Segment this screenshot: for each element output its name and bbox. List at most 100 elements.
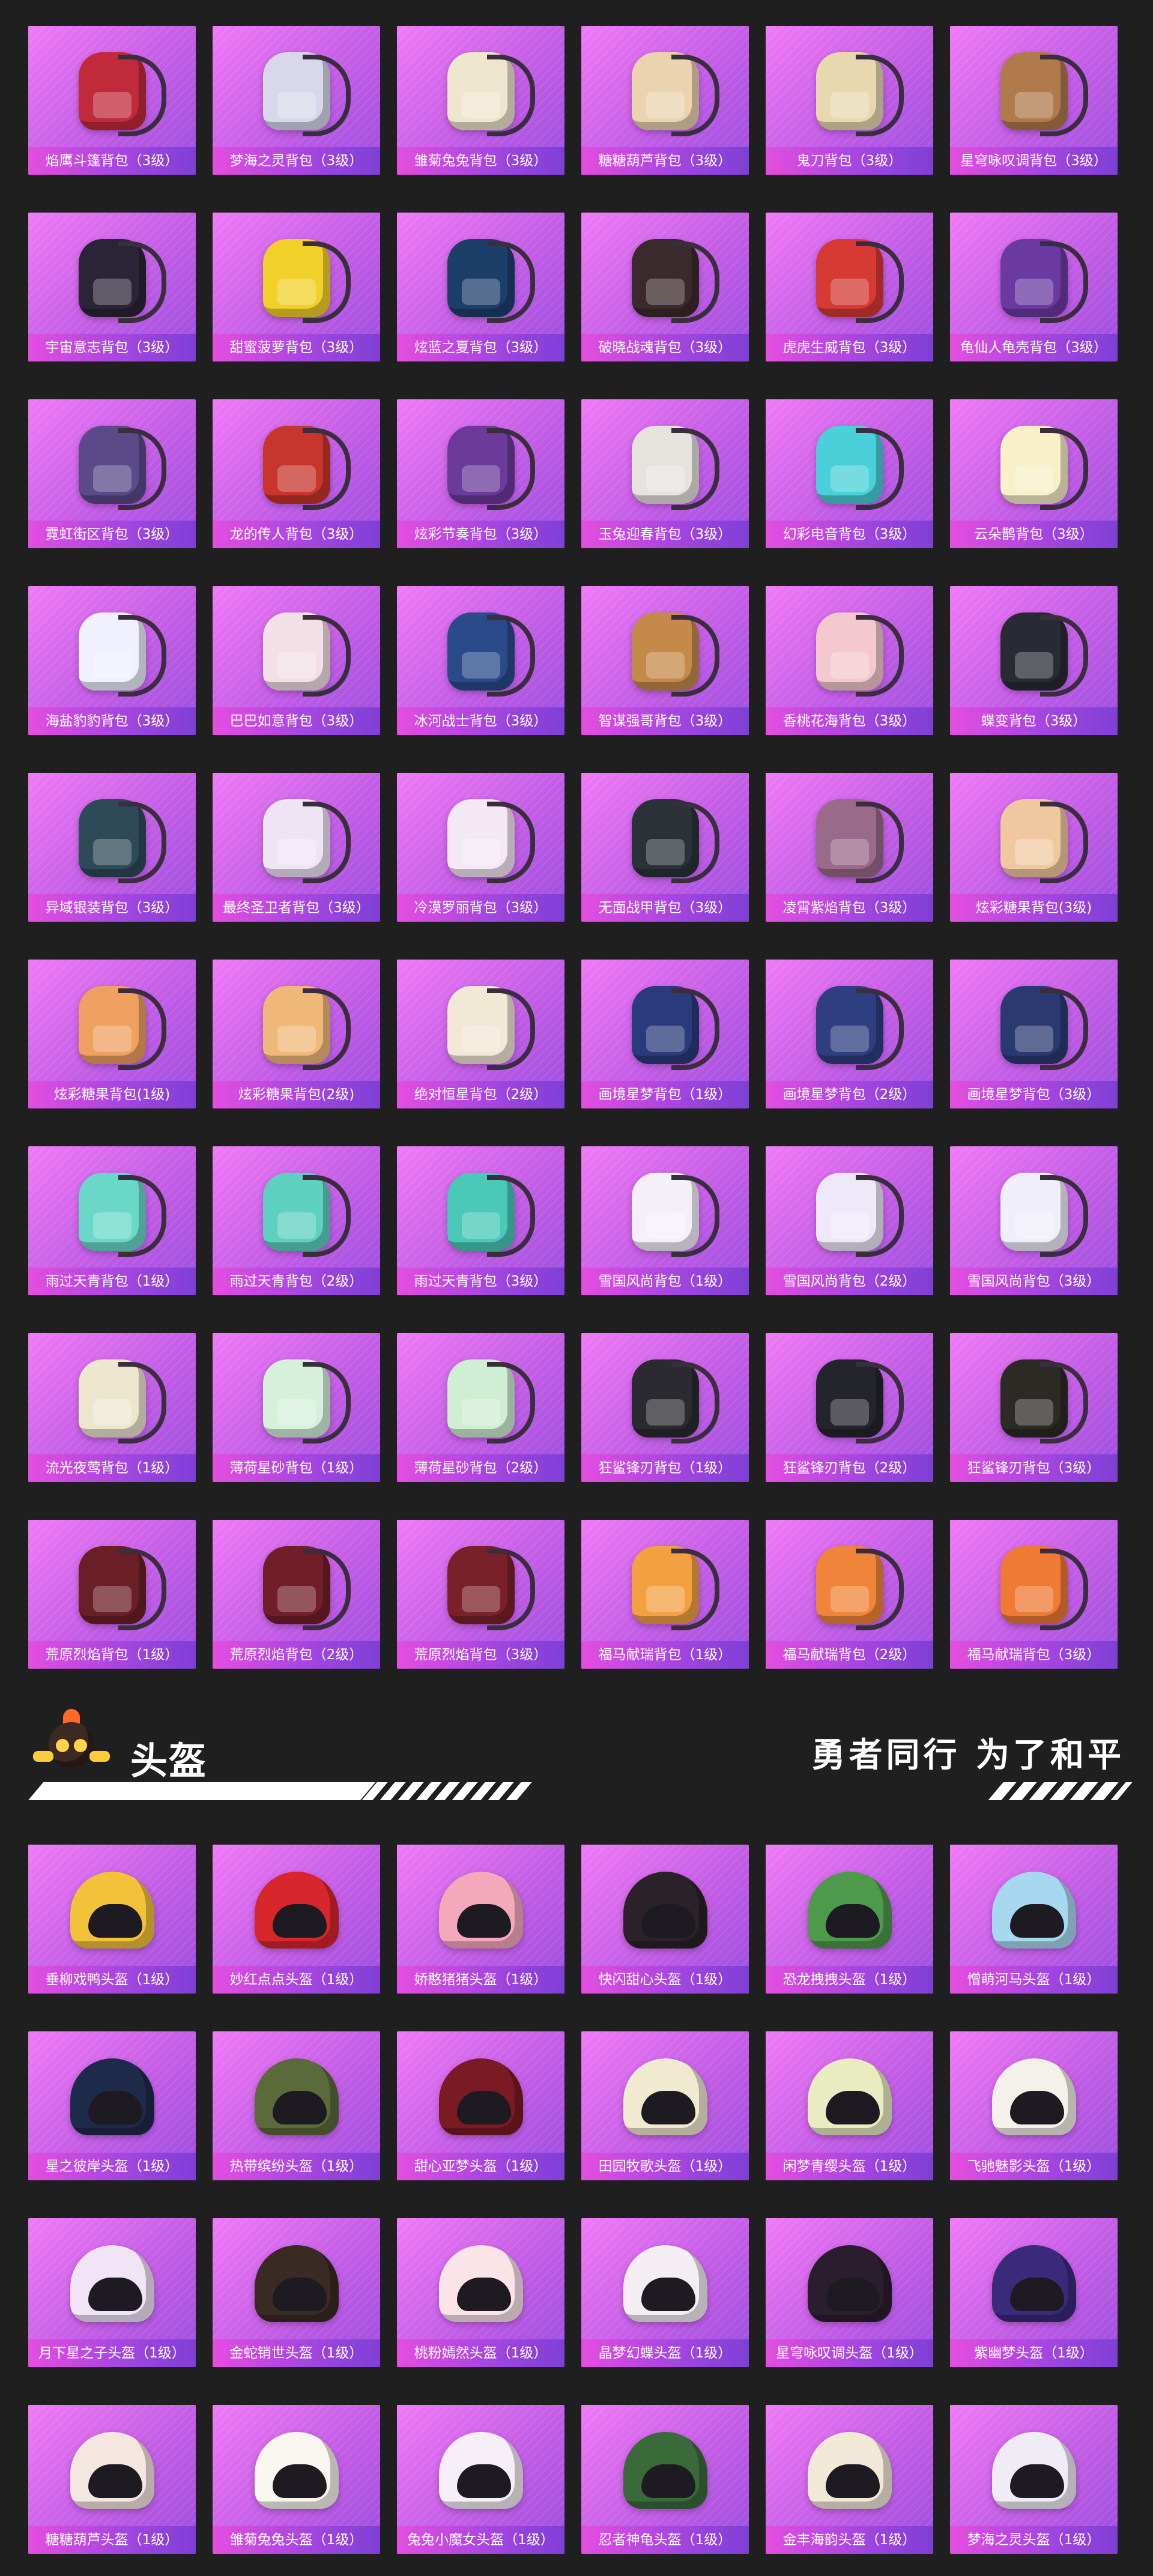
helmet-card[interactable]: 热带缤纷头盔（1级） (213, 2031, 380, 2180)
backpack-card[interactable]: 雪国风尚背包（1级） (581, 1146, 749, 1295)
helmet-card[interactable]: 桃粉嫣然头盔（1级） (397, 2218, 564, 2367)
backpack-image (802, 788, 904, 887)
helmet-card[interactable]: 兔兔小魔女头盔（1级） (397, 2405, 564, 2554)
backpack-card[interactable]: 霓虹街区背包（3级） (28, 399, 196, 548)
backpack-name: 冰河战士背包（3级） (397, 707, 564, 735)
backpack-card[interactable]: 雨过天青背包（2级） (213, 1146, 380, 1295)
backpack-card[interactable]: 甜蜜菠萝背包（3级） (213, 213, 380, 361)
backpack-card[interactable]: 凌霄紫焰背包（3级） (766, 773, 933, 922)
helmet-image (802, 2420, 898, 2520)
helmet-name: 飞驰魅影头盔（1级） (950, 2153, 1118, 2180)
backpack-card[interactable]: 炫彩糖果背包(2级) (213, 960, 380, 1108)
backpack-card[interactable]: 冰河战士背包（3级） (397, 586, 564, 735)
helmet-card[interactable]: 糖糖葫芦头盔（1级） (28, 2405, 196, 2554)
backpack-card[interactable]: 糖糖葫芦背包（3级） (581, 26, 749, 175)
helmet-card[interactable]: 金丰海韵头盔（1级） (766, 2405, 933, 2554)
backpack-card[interactable]: 雨过天青背包（1级） (28, 1146, 196, 1295)
backpack-card[interactable]: 幻彩电音背包（3级） (766, 399, 933, 548)
backpack-name: 狂鲨锋刃背包（1级） (581, 1454, 749, 1482)
helmet-card[interactable]: 雏菊兔兔头盔（1级） (213, 2405, 380, 2554)
backpack-card[interactable]: 异域银装背包（3级） (28, 773, 196, 922)
backpack-card[interactable]: 星穹咏叹调背包（3级） (950, 26, 1118, 175)
helmet-name: 星穹咏叹调头盔（1级） (766, 2339, 933, 2367)
backpack-card[interactable]: 焰鹰斗篷背包（3级） (28, 26, 196, 175)
backpack-card[interactable]: 雏菊兔兔背包（3级） (397, 26, 564, 175)
backpack-card[interactable]: 海盐豹豹背包（3级） (28, 586, 196, 735)
backpack-card[interactable]: 狂鲨锋刃背包（3级） (950, 1333, 1118, 1482)
backpack-card[interactable]: 智谋强哥背包（3级） (581, 586, 749, 735)
helmet-card[interactable]: 恐龙拽拽头盔（1级） (766, 1845, 933, 1994)
backpack-name: 雪国风尚背包（3级） (950, 1268, 1118, 1295)
backpack-card[interactable]: 龟仙人龟壳背包（3级） (950, 213, 1118, 361)
backpack-card[interactable]: 无面战甲背包（3级） (581, 773, 749, 922)
backpack-name: 星穹咏叹调背包（3级） (950, 147, 1118, 175)
backpack-image (249, 1162, 351, 1261)
backpack-name: 福马献瑞背包（3级） (950, 1641, 1118, 1669)
backpack-card[interactable]: 梦海之灵背包（3级） (213, 26, 380, 175)
backpack-card[interactable]: 雪国风尚背包（3级） (950, 1146, 1118, 1295)
backpack-name: 焰鹰斗篷背包（3级） (28, 147, 196, 175)
backpack-card[interactable]: 虎虎生威背包（3级） (766, 213, 933, 361)
helmet-card[interactable]: 星之彼岸头盔（1级） (28, 2031, 196, 2180)
backpack-name: 鬼刀背包（3级） (766, 147, 933, 175)
backpack-card[interactable]: 荒原烈焰背包（2级） (213, 1520, 380, 1669)
helmet-card[interactable]: 甜心亚梦头盔（1级） (397, 2031, 564, 2180)
backpack-card[interactable]: 狂鲨锋刃背包（2级） (766, 1333, 933, 1482)
helmet-card[interactable]: 月下星之子头盔（1级） (28, 2218, 196, 2367)
backpack-name: 炫彩糖果背包(3级) (950, 894, 1118, 922)
backpack-image (249, 415, 351, 514)
helmet-grid: 垂柳戏鸭头盔（1级） 妙红点点头盔（1级） 娇憨猪猪头盔（1级） 快闪甜心头盔（1级）… (28, 1845, 1118, 2554)
helmet-card[interactable]: 垂柳戏鸭头盔（1级） (28, 1845, 196, 1994)
backpack-card[interactable]: 薄荷星砂背包（1级） (213, 1333, 380, 1482)
helmet-card[interactable]: 忍者神龟头盔（1级） (581, 2405, 749, 2554)
backpack-image (986, 1162, 1088, 1261)
backpack-card[interactable]: 龙的传人背包（3级） (213, 399, 380, 548)
backpack-card[interactable]: 炫蓝之夏背包（3级） (397, 213, 564, 361)
helmet-card[interactable]: 妙红点点头盔（1级） (213, 1845, 380, 1994)
backpack-card[interactable]: 福马献瑞背包（3级） (950, 1520, 1118, 1669)
backpack-card[interactable]: 蝶变背包（3级） (950, 586, 1118, 735)
backpack-card[interactable]: 画境星梦背包（1级） (581, 960, 749, 1108)
helmet-card[interactable]: 飞驰魅影头盔（1级） (950, 2031, 1118, 2180)
helmet-card[interactable]: 金蛇销世头盔（1级） (213, 2218, 380, 2367)
backpack-card[interactable]: 云朵鹊背包（3级） (950, 399, 1118, 548)
backpack-image (249, 975, 351, 1074)
helmet-card[interactable]: 梦海之灵头盔（1级） (950, 2405, 1118, 2554)
backpack-name: 虎虎生威背包（3级） (766, 334, 933, 361)
helmet-card[interactable]: 快闪甜心头盔（1级） (581, 1845, 749, 1994)
backpack-card[interactable]: 冷漠罗丽背包（3级） (397, 773, 564, 922)
backpack-card[interactable]: 福马献瑞背包（2级） (766, 1520, 933, 1669)
backpack-card[interactable]: 玉兔迎春背包（3级） (581, 399, 749, 548)
backpack-card[interactable]: 荒原烈焰背包（1级） (28, 1520, 196, 1669)
backpack-card[interactable]: 荒原烈焰背包（3级） (397, 1520, 564, 1669)
backpack-card[interactable]: 画境星梦背包（2级） (766, 960, 933, 1108)
backpack-card[interactable]: 绝对恒星背包（2级） (397, 960, 564, 1108)
helmet-card[interactable]: 憎萌河马头盔（1级） (950, 1845, 1118, 1994)
backpack-card[interactable]: 破晓战魂背包（3级） (581, 213, 749, 361)
backpack-card[interactable]: 最终圣卫者背包（3级） (213, 773, 380, 922)
helmet-card[interactable]: 娇憨猪猪头盔（1级） (397, 1845, 564, 1994)
backpack-card[interactable]: 雨过天青背包（3级） (397, 1146, 564, 1295)
backpack-card[interactable]: 炫彩糖果背包(1级) (28, 960, 196, 1108)
backpack-name: 龙的传人背包（3级） (213, 521, 380, 548)
backpack-card[interactable]: 炫彩糖果背包(3级) (950, 773, 1118, 922)
backpack-card[interactable]: 香桃花海背包（3级） (766, 586, 933, 735)
helmet-card[interactable]: 星穹咏叹调头盔（1级） (766, 2218, 933, 2367)
backpack-image (433, 415, 535, 514)
backpack-card[interactable]: 巴巴如意背包（3级） (213, 586, 380, 735)
backpack-card[interactable]: 炫彩节奏背包（3级） (397, 399, 564, 548)
backpack-card[interactable]: 福马献瑞背包（1级） (581, 1520, 749, 1669)
backpack-image (802, 602, 904, 701)
helmet-card[interactable]: 晶梦幻蝶头盔（1级） (581, 2218, 749, 2367)
helmet-card[interactable]: 闲梦青缨头盔（1级） (766, 2031, 933, 2180)
backpack-card[interactable]: 宇宙意志背包（3级） (28, 213, 196, 361)
backpack-card[interactable]: 薄荷星砂背包（2级） (397, 1333, 564, 1482)
backpack-card[interactable]: 流光夜莺背包（1级） (28, 1333, 196, 1482)
backpack-name: 甜蜜菠萝背包（3级） (213, 334, 380, 361)
backpack-card[interactable]: 狂鲨锋刃背包（1级） (581, 1333, 749, 1482)
helmet-card[interactable]: 紫幽梦头盔（1级） (950, 2218, 1118, 2367)
backpack-card[interactable]: 雪国风尚背包（2级） (766, 1146, 933, 1295)
backpack-card[interactable]: 鬼刀背包（3级） (766, 26, 933, 175)
helmet-card[interactable]: 田园牧歌头盔（1级） (581, 2031, 749, 2180)
backpack-card[interactable]: 画境星梦背包（3级） (950, 960, 1118, 1108)
